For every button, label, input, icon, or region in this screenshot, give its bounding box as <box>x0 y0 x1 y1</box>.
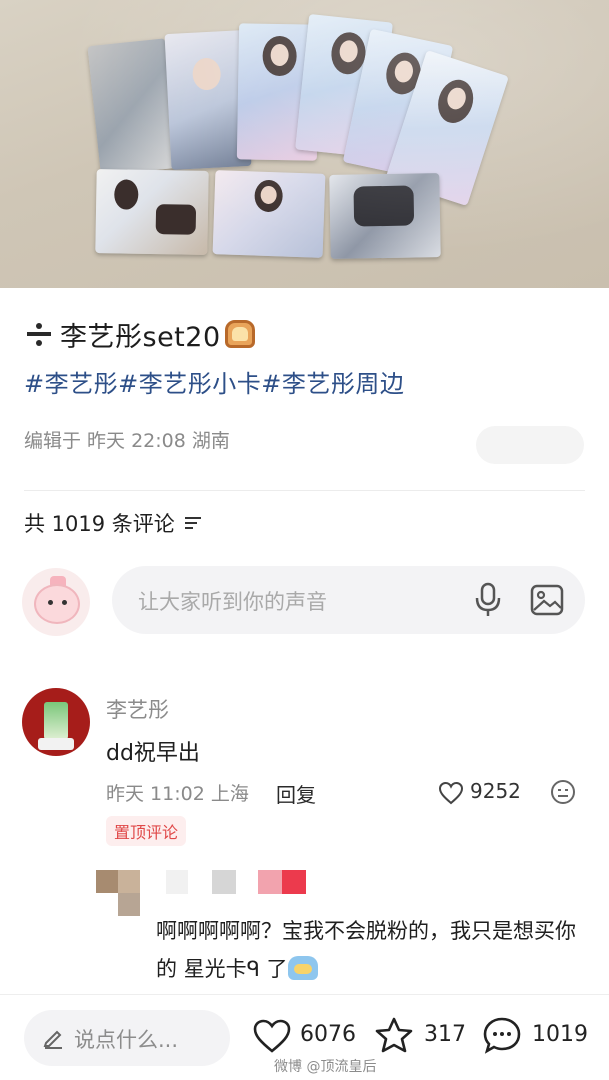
avatar[interactable] <box>22 688 90 756</box>
tag-link[interactable]: #李艺彤小卡 <box>118 370 261 398</box>
photo-card <box>342 28 454 180</box>
pen-icon <box>43 1030 62 1049</box>
star-icon[interactable] <box>374 1016 414 1054</box>
image-icon[interactable] <box>530 584 564 616</box>
post-title: 李艺彤set20 <box>60 321 221 353</box>
reply-highlight: 星光卡 <box>183 957 247 981</box>
comment-time: 昨天 11:02 上海 <box>106 783 249 805</box>
divider <box>0 994 609 995</box>
emoji-icon[interactable] <box>551 780 575 804</box>
photo-card <box>295 13 393 159</box>
avatar[interactable] <box>22 568 90 636</box>
say-something-input[interactable]: 说点什么... <box>24 1010 230 1066</box>
comment-count-header[interactable]: 共 1019 条评论 <box>24 508 201 538</box>
comment-input[interactable]: 让大家听到你的声音 <box>112 566 585 634</box>
photo-card <box>164 29 252 171</box>
comment-icon[interactable] <box>482 1016 522 1054</box>
favorite-count: 317 <box>424 1022 466 1047</box>
photo-card <box>87 38 179 176</box>
photo-card <box>329 173 441 259</box>
tag-link[interactable]: #李艺彤 <box>24 370 118 398</box>
heart-icon[interactable] <box>252 1018 292 1054</box>
comment-count-label: 共 1019 条评论 <box>24 512 175 536</box>
heart-icon[interactable] <box>438 781 464 805</box>
comment-text: dd祝早出 <box>106 741 200 766</box>
like-count: 6076 <box>300 1022 356 1047</box>
tag-link[interactable]: #李艺彤周边 <box>261 370 404 398</box>
post-meta: 编辑于 昨天 22:08 湖南 <box>24 430 230 452</box>
photo-card <box>95 169 209 255</box>
bread-icon <box>224 320 255 348</box>
laughing-emoji-icon <box>287 956 318 980</box>
divider <box>24 490 585 491</box>
reply-text: 啊啊啊啊啊？宝我不会脱粉的，我只是想买你的 星光卡ᑫ 了 <box>156 912 586 988</box>
photo-card <box>385 50 509 206</box>
sort-icon[interactable] <box>184 516 201 530</box>
reply-text-part: ᑫ 了 <box>246 957 288 981</box>
blurred-pill <box>476 426 584 464</box>
divide-icon <box>24 319 54 349</box>
photo-card <box>236 23 320 161</box>
post-title-row: 李艺彤set20 <box>24 314 255 354</box>
photo-card <box>212 170 326 258</box>
comment-count: 1019 <box>532 1022 588 1047</box>
say-something-placeholder: 说点什么... <box>74 1028 179 1052</box>
mic-icon[interactable] <box>474 582 502 618</box>
reply-button[interactable]: 回复 <box>276 779 316 808</box>
comment-input-placeholder: 让大家听到你的声音 <box>138 590 327 614</box>
blurred-block <box>166 870 188 894</box>
watermark: 微博 @顶流皇后 <box>274 1059 377 1075</box>
blurred-block <box>258 870 282 894</box>
reply-avatar-mosaic <box>96 870 140 916</box>
post-photo[interactable] <box>0 0 609 288</box>
blurred-block <box>212 870 236 894</box>
blurred-block <box>282 870 306 894</box>
post-tags: #李艺彤#李艺彤小卡#李艺彤周边 <box>24 364 404 399</box>
comment-like-count: 9252 <box>470 779 521 803</box>
pinned-badge: 置顶评论 <box>106 816 187 846</box>
comment-author[interactable]: 李艺彤 <box>106 694 169 724</box>
